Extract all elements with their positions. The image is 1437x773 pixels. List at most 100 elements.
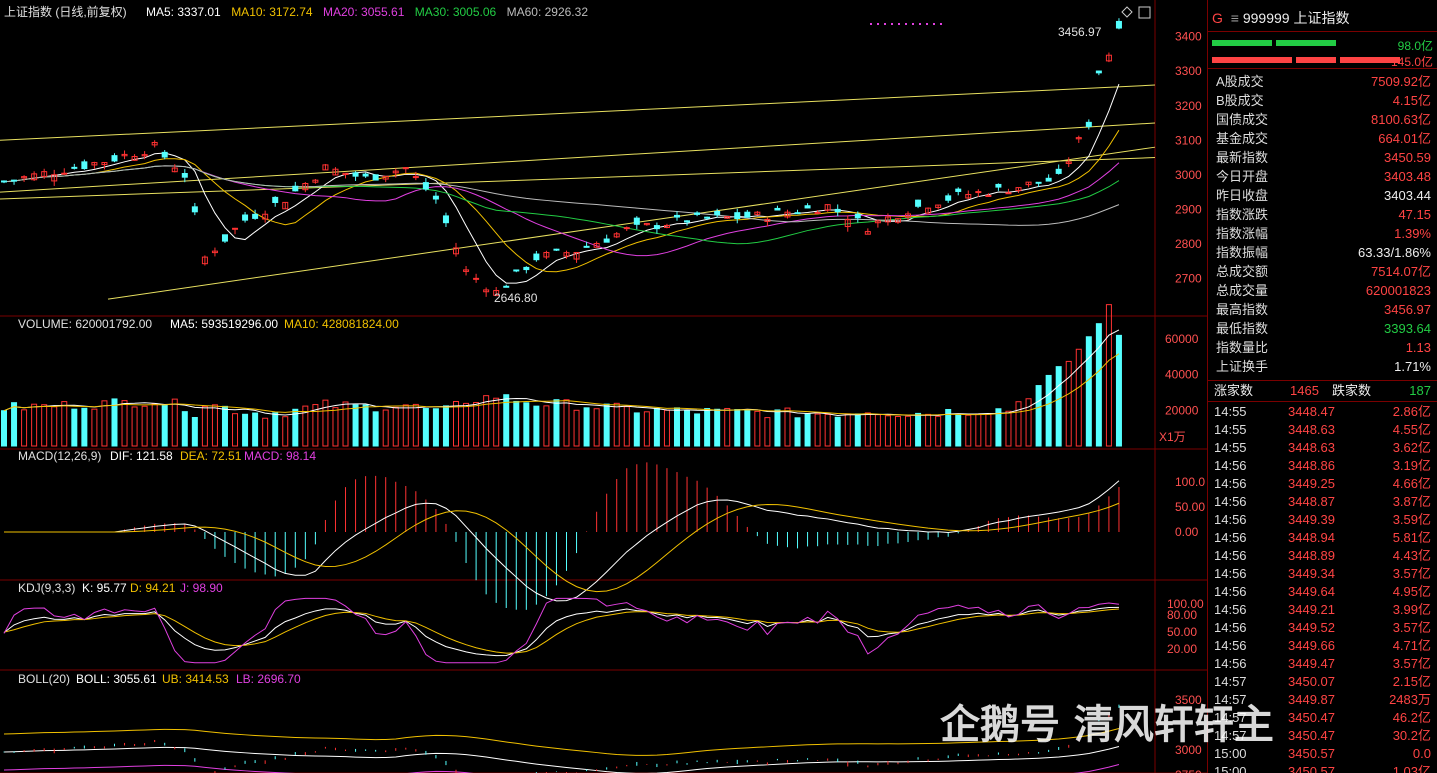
- volume-bar: [864, 412, 871, 447]
- stat-value: 63.33/1.86%: [1357, 245, 1431, 260]
- tick-volume: 3.57亿: [1392, 656, 1431, 671]
- kdj-axis-tick: 20.00: [1167, 642, 1197, 656]
- tick-time: 14:56: [1214, 512, 1247, 527]
- stat-label: 最低指数: [1216, 321, 1269, 336]
- volume-bar: [171, 398, 178, 447]
- inflow-bar-1: [1212, 40, 1272, 46]
- stat-label: 最新指数: [1216, 150, 1269, 165]
- tick-row: 14:56 3449.34 3.57亿: [1212, 565, 1433, 583]
- volume-unit: X1万: [1159, 430, 1186, 444]
- tick-volume: 4.95亿: [1392, 584, 1431, 599]
- tick-row: 14:56 3449.47 3.57亿: [1212, 655, 1433, 673]
- price-axis-tick: 3100: [1175, 133, 1202, 147]
- candle-body: [1, 180, 7, 183]
- stat-label: 指数量比: [1216, 340, 1269, 355]
- volume-axis-tick: 40000: [1165, 368, 1199, 382]
- volume-bar: [412, 403, 419, 447]
- volume-bar: [603, 403, 610, 447]
- tick-row: 14:56 3449.21 3.99亿: [1212, 601, 1433, 619]
- tick-row: 14:55 3448.47 2.86亿: [1212, 403, 1433, 421]
- volume-bar: [884, 415, 891, 447]
- boll-lb: LB: 2696.70: [236, 672, 301, 686]
- volume-bar: [141, 405, 148, 447]
- stat-value: 3403.44: [1384, 188, 1431, 203]
- candle-body: [653, 225, 660, 230]
- candle-body: [111, 155, 118, 162]
- candle-body: [915, 199, 922, 207]
- tick-time: 14:56: [1214, 656, 1247, 671]
- volume-bar: [221, 405, 228, 447]
- stat-label: 国债成交: [1216, 112, 1269, 127]
- candle-body: [804, 205, 811, 209]
- tick-price: 3449.87: [1288, 692, 1335, 707]
- stat-label: 最高指数: [1216, 302, 1269, 317]
- volume-bar: [352, 404, 359, 447]
- ma-legend-item: MA60: 2926.32: [507, 5, 589, 19]
- kline-chart-area[interactable]: 上证指数 (日线,前复权) MA5: 3337.01 MA10: 3172.74 MA…: [0, 0, 1207, 773]
- candle-body: [1095, 70, 1102, 74]
- candle-body: [694, 212, 701, 215]
- candle-body: [432, 195, 439, 200]
- j-line: [3, 597, 1120, 664]
- volume-bar: [633, 412, 640, 447]
- candle-body: [774, 207, 781, 211]
- volume-title: VOLUME: 620001792.00: [18, 317, 152, 331]
- maximize-icon[interactable]: [1138, 6, 1151, 19]
- volume-bar: [844, 413, 851, 447]
- tick-volume: 46.2亿: [1392, 710, 1431, 725]
- volume-bar: [995, 408, 1002, 447]
- candle-body: [513, 269, 520, 272]
- main-title: 上证指数 (日线,前复权): [4, 4, 127, 19]
- rise-value: 1465: [1290, 383, 1319, 398]
- volume-bar: [774, 409, 781, 447]
- volume-ma10: MA10: 428081824.00: [284, 317, 399, 331]
- stat-row: A股成交 7509.92亿: [1214, 72, 1433, 91]
- ma-legend-item: MA20: 3055.61: [323, 5, 405, 19]
- volume-bar: [593, 408, 600, 447]
- stat-label: 指数涨幅: [1216, 226, 1269, 241]
- candle-body: [1085, 121, 1092, 127]
- volume-bar: [131, 406, 138, 447]
- kdj-axis-tick: 50.00: [1167, 625, 1197, 639]
- stat-row: 指数涨跌 47.15: [1214, 205, 1433, 224]
- stat-row: 上证换手 1.71%: [1214, 357, 1433, 376]
- candle-body: [161, 151, 168, 158]
- volume-bar: [824, 413, 831, 447]
- volume-bar: [181, 411, 188, 447]
- tick-row: 14:57 3450.07 2.15亿: [1212, 673, 1433, 691]
- tick-time: 14:56: [1214, 620, 1247, 635]
- tick-volume: 3.87亿: [1392, 494, 1431, 509]
- volume-bar: [543, 405, 550, 447]
- volume-bar: [523, 402, 530, 447]
- tick-price: 3449.39: [1288, 512, 1335, 527]
- bar-value-1: 98.0亿: [1397, 39, 1433, 53]
- price-axis-tick: 2800: [1175, 237, 1202, 251]
- trend-line: [0, 84, 1156, 141]
- volume-ma5: MA5: 593519296.00: [170, 317, 278, 331]
- stat-row: 指数量比 1.13: [1214, 338, 1433, 357]
- volume-bar: [91, 408, 98, 447]
- stat-value: 7509.92亿: [1371, 74, 1431, 89]
- tick-price: 3448.94: [1288, 530, 1335, 545]
- boll-ub: UB: 3414.53: [162, 672, 229, 686]
- candle-body: [975, 191, 982, 194]
- tick-time: 14:56: [1214, 458, 1247, 473]
- candle-body: [673, 214, 680, 218]
- volume-bar: [282, 416, 289, 447]
- volume-bar: [1035, 385, 1042, 447]
- candle-body: [955, 188, 962, 192]
- diamond-icon[interactable]: [1121, 6, 1133, 18]
- candle-body: [995, 183, 1002, 188]
- trend-line: [0, 157, 1156, 200]
- tick-time: 15:00: [1214, 764, 1247, 773]
- volume-bar: [563, 399, 570, 447]
- volume-bar: [754, 410, 761, 447]
- volume-bar: [533, 405, 540, 447]
- price-axis-tick: 3000: [1175, 168, 1202, 182]
- menu-icon[interactable]: ≡: [1231, 10, 1239, 26]
- stat-row: 总成交额 7514.07亿: [1214, 262, 1433, 281]
- stat-value: 4.15亿: [1392, 93, 1431, 108]
- stat-value: 3403.48: [1384, 169, 1431, 184]
- volume-bar: [81, 407, 88, 447]
- volume-bar: [834, 416, 841, 447]
